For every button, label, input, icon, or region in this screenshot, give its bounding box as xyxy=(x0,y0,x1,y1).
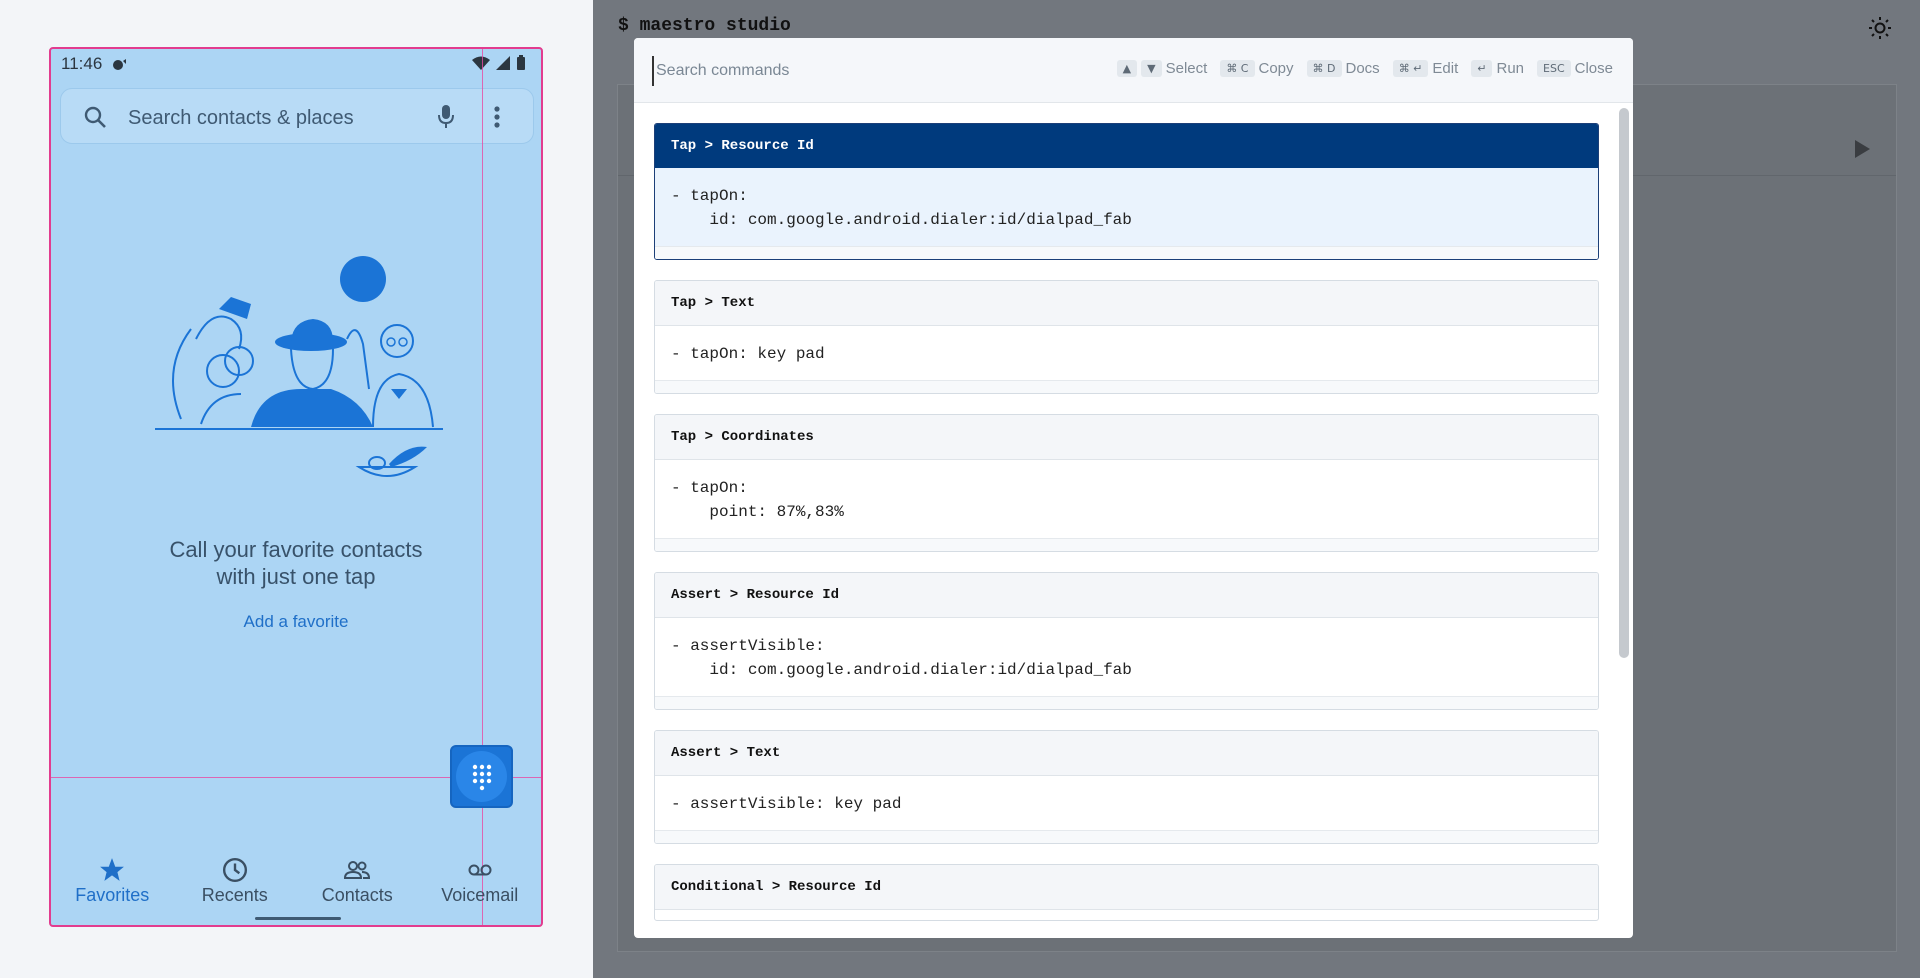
command-card-footer xyxy=(655,539,1598,551)
empty-state-line-1: Call your favorite contacts xyxy=(169,537,423,562)
command-title: Tap > Resource Id xyxy=(655,124,1598,168)
status-icons xyxy=(471,55,527,76)
command-title: Conditional > Resource Id xyxy=(655,865,1598,910)
device-screen[interactable]: 11:46 Search contacts & places Call your… xyxy=(49,47,543,927)
hint-key-up: ▲ xyxy=(1116,60,1138,77)
nav-label-voicemail: Voicemail xyxy=(441,885,519,905)
hint-key-copy: ⌘ C xyxy=(1220,60,1255,77)
wifi-icon xyxy=(471,55,491,76)
favorites-illustration xyxy=(151,249,451,489)
command-title: Assert > Resource Id xyxy=(655,573,1598,618)
empty-state-line-2: with just one tap xyxy=(216,564,376,589)
search-placeholder: Search contacts & places xyxy=(128,107,354,129)
keyboard-hints: ▲ ▼ Select ⌘ C Copy ⌘ D Docs ⌘ ↵ Edit ↵ … xyxy=(1116,60,1613,77)
command-list: Tap > Resource Id - tapOn: id: com.googl… xyxy=(654,123,1599,921)
device-panel: 11:46 Search contacts & places Call your… xyxy=(0,0,593,978)
hint-label-copy: Copy xyxy=(1258,60,1294,77)
people-icon xyxy=(344,861,371,879)
empty-state-message: Call your favorite contacts with just on… xyxy=(51,536,541,590)
more-options-icon[interactable] xyxy=(494,106,500,133)
app-title: $ maestro studio xyxy=(618,16,791,36)
nav-favorites[interactable]: Favorites xyxy=(51,849,174,919)
nav-contacts[interactable]: Contacts xyxy=(296,849,419,919)
command-code: - assertVisible: key pad xyxy=(655,776,1598,831)
command-card[interactable]: Assert > Text - assertVisible: key pad xyxy=(654,730,1599,844)
nav-voicemail[interactable]: Voicemail xyxy=(419,849,542,919)
notification-icon xyxy=(111,58,127,77)
command-card[interactable]: Tap > Text - tapOn: key pad xyxy=(654,280,1599,394)
command-title: Tap > Text xyxy=(655,281,1598,326)
hint-key-edit: ⌘ ↵ xyxy=(1392,60,1429,77)
command-palette-header: ▲ ▼ Select ⌘ C Copy ⌘ D Docs ⌘ ↵ Edit ↵ … xyxy=(634,38,1633,103)
nav-label-recents: Recents xyxy=(201,885,268,905)
command-title: Tap > Coordinates xyxy=(655,415,1598,460)
nav-recents[interactable]: Recents xyxy=(174,849,297,919)
hint-label-close: Close xyxy=(1574,60,1613,77)
hint-label-select: Select xyxy=(1165,60,1208,77)
nav-label-contacts: Contacts xyxy=(321,885,393,905)
command-card-footer xyxy=(655,381,1598,393)
command-card-footer xyxy=(655,831,1598,843)
command-list-scrollbar[interactable] xyxy=(1619,108,1629,934)
voicemail-icon xyxy=(468,864,492,876)
command-search-input[interactable] xyxy=(652,56,1038,86)
gesture-home-bar xyxy=(255,917,341,920)
command-card-footer xyxy=(655,697,1598,709)
status-bar: 11:46 xyxy=(51,49,541,79)
hint-label-run: Run xyxy=(1496,60,1525,77)
nav-label-favorites: Favorites xyxy=(75,885,150,905)
clock-icon xyxy=(222,857,247,883)
command-card[interactable]: Assert > Resource Id - assertVisible: id… xyxy=(654,572,1599,710)
dialpad-icon xyxy=(456,751,507,802)
play-icon xyxy=(1855,140,1870,158)
command-code: - assertVisible: id: com.google.android.… xyxy=(655,618,1598,697)
signal-icon xyxy=(495,55,511,76)
star-icon xyxy=(100,858,125,881)
hint-key-down: ▼ xyxy=(1141,60,1162,77)
command-card-footer xyxy=(655,247,1598,259)
command-title: Assert > Text xyxy=(655,731,1598,776)
add-favorite-link[interactable]: Add a favorite xyxy=(51,612,541,632)
hint-label-docs: Docs xyxy=(1345,60,1380,77)
hint-label-edit: Edit xyxy=(1432,60,1459,77)
search-icon xyxy=(83,105,107,134)
hint-key-close: ESC xyxy=(1537,60,1571,77)
command-code: - tapOn: point: 87%,83% xyxy=(655,460,1598,539)
microphone-icon[interactable] xyxy=(436,104,456,135)
command-card[interactable]: Tap > Coordinates - tapOn: point: 87%,83… xyxy=(654,414,1599,552)
command-code: - tapOn: id: com.google.android.dialer:i… xyxy=(655,168,1598,247)
scrollbar-thumb[interactable] xyxy=(1619,108,1629,658)
bottom-navigation: Favorites Recents Contacts Voicemail xyxy=(51,849,541,919)
status-time: 11:46 xyxy=(61,54,103,73)
battery-icon xyxy=(515,55,527,76)
command-card[interactable]: Conditional > Resource Id xyxy=(654,864,1599,921)
theme-toggle-icon[interactable] xyxy=(1868,16,1892,40)
hint-key-run: ↵ xyxy=(1471,60,1493,77)
dialpad-fab[interactable] xyxy=(450,745,513,808)
hint-key-docs: ⌘ D xyxy=(1306,60,1342,77)
command-code: - tapOn: key pad xyxy=(655,326,1598,381)
search-bar[interactable]: Search contacts & places xyxy=(60,88,534,144)
command-card[interactable]: Tap > Resource Id - tapOn: id: com.googl… xyxy=(654,123,1599,260)
command-palette: ▲ ▼ Select ⌘ C Copy ⌘ D Docs ⌘ ↵ Edit ↵ … xyxy=(634,38,1633,938)
